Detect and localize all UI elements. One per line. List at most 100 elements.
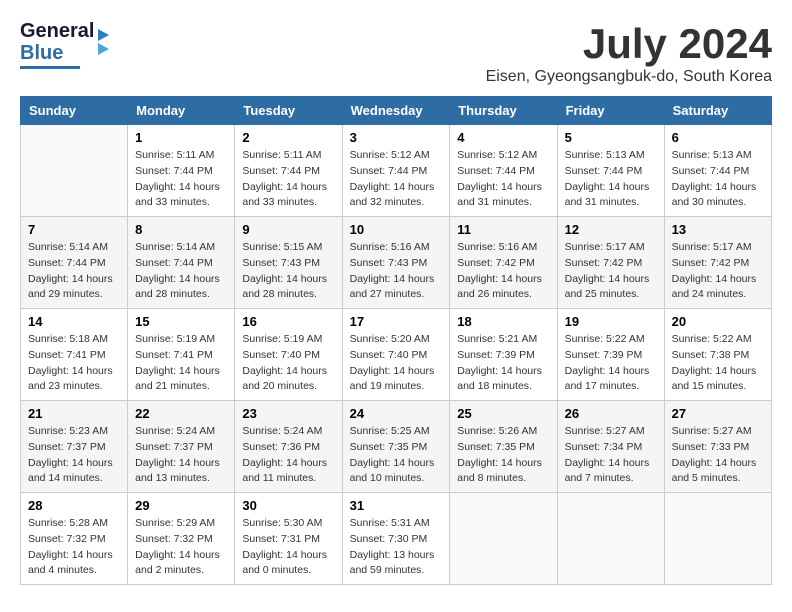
calendar-cell: 17 Sunrise: 5:20 AMSunset: 7:40 PMDayligh… <box>342 309 450 401</box>
calendar-cell: 3 Sunrise: 5:12 AMSunset: 7:44 PMDaylight… <box>342 125 450 217</box>
day-number: 19 <box>565 314 657 329</box>
logo-arrow-bottom <box>98 43 109 55</box>
day-number: 10 <box>350 222 443 237</box>
calendar-cell: 2Sunrise: 5:11 AMSunset: 7:44 PMDaylight… <box>235 125 342 217</box>
col-header-monday: Monday <box>128 97 235 125</box>
logo-blue: Blue <box>20 42 94 64</box>
calendar-table: SundayMondayTuesdayWednesdayThursdayFrid… <box>20 96 772 585</box>
calendar-cell: 27 Sunrise: 5:27 AMSunset: 7:33 PMDayligh… <box>664 401 771 493</box>
calendar-cell: 26 Sunrise: 5:27 AMSunset: 7:34 PMDayligh… <box>557 401 664 493</box>
day-info: Sunrise: 5:24 AMSunset: 7:36 PMDaylight:… <box>242 424 334 487</box>
calendar-cell: 30 Sunrise: 5:30 AMSunset: 7:31 PMDayligh… <box>235 493 342 585</box>
day-number: 17 <box>350 314 443 329</box>
week-row-0: 1 Sunrise: 5:11 AMSunset: 7:44 PMDaylight… <box>21 125 772 217</box>
day-number: 30 <box>242 498 334 513</box>
calendar-cell: 22 Sunrise: 5:24 AMSunset: 7:37 PMDayligh… <box>128 401 235 493</box>
calendar-cell <box>21 125 128 217</box>
calendar-cell: 13 Sunrise: 5:17 AMSunset: 7:42 PMDayligh… <box>664 217 771 309</box>
calendar-cell: 1 Sunrise: 5:11 AMSunset: 7:44 PMDaylight… <box>128 125 235 217</box>
day-number: 31 <box>350 498 443 513</box>
logo-arrow-top <box>98 29 109 41</box>
day-number: 6 <box>672 130 764 145</box>
day-info: Sunrise: 5:21 AMSunset: 7:39 PMDaylight:… <box>457 332 549 395</box>
day-number: 18 <box>457 314 549 329</box>
day-info: Sunrise: 5:22 AMSunset: 7:39 PMDaylight:… <box>565 332 657 395</box>
day-number: 1 <box>135 130 227 145</box>
header-row: SundayMondayTuesdayWednesdayThursdayFrid… <box>21 97 772 125</box>
col-header-saturday: Saturday <box>664 97 771 125</box>
calendar-cell: 11Sunrise: 5:16 AMSunset: 7:42 PMDayligh… <box>450 217 557 309</box>
day-number: 27 <box>672 406 764 421</box>
title-area: July 2024 Eisen, Gyeongsangbuk-do, South… <box>486 20 772 86</box>
day-info: Sunrise: 5:30 AMSunset: 7:31 PMDaylight:… <box>242 516 334 579</box>
day-info: Sunrise: 5:15 AMSunset: 7:43 PMDaylight:… <box>242 240 334 303</box>
day-number: 21 <box>28 406 120 421</box>
day-info: Sunrise: 5:12 AMSunset: 7:44 PMDaylight:… <box>350 148 443 211</box>
day-info: Sunrise: 5:27 AMSunset: 7:33 PMDaylight:… <box>672 424 764 487</box>
day-number: 8 <box>135 222 227 237</box>
day-number: 12 <box>565 222 657 237</box>
day-number: 3 <box>350 130 443 145</box>
header: General Blue July 2024 Eisen, Gyeongsang… <box>20 20 772 86</box>
day-number: 9 <box>242 222 334 237</box>
calendar-cell <box>664 493 771 585</box>
day-info: Sunrise: 5:31 AMSunset: 7:30 PMDaylight:… <box>350 516 443 579</box>
calendar-cell: 29 Sunrise: 5:29 AMSunset: 7:32 PMDayligh… <box>128 493 235 585</box>
week-row-4: 28Sunrise: 5:28 AMSunset: 7:32 PMDayligh… <box>21 493 772 585</box>
calendar-cell: 9 Sunrise: 5:15 AMSunset: 7:43 PMDaylight… <box>235 217 342 309</box>
calendar-body: 1 Sunrise: 5:11 AMSunset: 7:44 PMDaylight… <box>21 125 772 585</box>
day-number: 7 <box>28 222 120 237</box>
day-info: Sunrise: 5:13 AMSunset: 7:44 PMDaylight:… <box>672 148 764 211</box>
day-info: Sunrise: 5:28 AMSunset: 7:32 PMDaylight:… <box>28 516 120 579</box>
day-info: Sunrise: 5:17 AMSunset: 7:42 PMDaylight:… <box>672 240 764 303</box>
week-row-2: 14 Sunrise: 5:18 AMSunset: 7:41 PMDayligh… <box>21 309 772 401</box>
calendar-cell: 16Sunrise: 5:19 AMSunset: 7:40 PMDayligh… <box>235 309 342 401</box>
day-info: Sunrise: 5:29 AMSunset: 7:32 PMDaylight:… <box>135 516 227 579</box>
calendar-cell: 25 Sunrise: 5:26 AMSunset: 7:35 PMDayligh… <box>450 401 557 493</box>
day-info: Sunrise: 5:14 AMSunset: 7:44 PMDaylight:… <box>28 240 120 303</box>
calendar-cell: 10Sunrise: 5:16 AMSunset: 7:43 PMDayligh… <box>342 217 450 309</box>
logo-general: General <box>20 20 94 42</box>
day-info: Sunrise: 5:12 AMSunset: 7:44 PMDaylight:… <box>457 148 549 211</box>
calendar-cell: 7 Sunrise: 5:14 AMSunset: 7:44 PMDaylight… <box>21 217 128 309</box>
day-info: Sunrise: 5:18 AMSunset: 7:41 PMDaylight:… <box>28 332 120 395</box>
day-number: 22 <box>135 406 227 421</box>
day-number: 11 <box>457 222 549 237</box>
day-info: Sunrise: 5:25 AMSunset: 7:35 PMDaylight:… <box>350 424 443 487</box>
day-number: 14 <box>28 314 120 329</box>
day-number: 29 <box>135 498 227 513</box>
day-info: Sunrise: 5:19 AMSunset: 7:40 PMDaylight:… <box>242 332 334 395</box>
logo-underline <box>20 66 80 69</box>
day-info: Sunrise: 5:11 AMSunset: 7:44 PMDaylight:… <box>135 148 227 211</box>
day-info: Sunrise: 5:14 AMSunset: 7:44 PMDaylight:… <box>135 240 227 303</box>
calendar-cell: 23 Sunrise: 5:24 AMSunset: 7:36 PMDayligh… <box>235 401 342 493</box>
calendar-cell: 28Sunrise: 5:28 AMSunset: 7:32 PMDayligh… <box>21 493 128 585</box>
day-number: 2 <box>242 130 334 145</box>
logo: General Blue <box>20 20 109 69</box>
calendar-cell: 19 Sunrise: 5:22 AMSunset: 7:39 PMDayligh… <box>557 309 664 401</box>
calendar-cell: 24 Sunrise: 5:25 AMSunset: 7:35 PMDayligh… <box>342 401 450 493</box>
day-info: Sunrise: 5:26 AMSunset: 7:35 PMDaylight:… <box>457 424 549 487</box>
day-number: 15 <box>135 314 227 329</box>
day-number: 13 <box>672 222 764 237</box>
col-header-friday: Friday <box>557 97 664 125</box>
day-number: 23 <box>242 406 334 421</box>
day-info: Sunrise: 5:22 AMSunset: 7:38 PMDaylight:… <box>672 332 764 395</box>
calendar-cell: 20Sunrise: 5:22 AMSunset: 7:38 PMDayligh… <box>664 309 771 401</box>
day-info: Sunrise: 5:20 AMSunset: 7:40 PMDaylight:… <box>350 332 443 395</box>
calendar-cell: 8 Sunrise: 5:14 AMSunset: 7:44 PMDaylight… <box>128 217 235 309</box>
day-info: Sunrise: 5:17 AMSunset: 7:42 PMDaylight:… <box>565 240 657 303</box>
day-number: 24 <box>350 406 443 421</box>
calendar-header: SundayMondayTuesdayWednesdayThursdayFrid… <box>21 97 772 125</box>
calendar-cell <box>557 493 664 585</box>
week-row-1: 7 Sunrise: 5:14 AMSunset: 7:44 PMDaylight… <box>21 217 772 309</box>
calendar-cell: 14 Sunrise: 5:18 AMSunset: 7:41 PMDayligh… <box>21 309 128 401</box>
day-number: 4 <box>457 130 549 145</box>
day-number: 26 <box>565 406 657 421</box>
day-info: Sunrise: 5:24 AMSunset: 7:37 PMDaylight:… <box>135 424 227 487</box>
day-info: Sunrise: 5:27 AMSunset: 7:34 PMDaylight:… <box>565 424 657 487</box>
day-number: 25 <box>457 406 549 421</box>
col-header-wednesday: Wednesday <box>342 97 450 125</box>
calendar-cell <box>450 493 557 585</box>
calendar-cell: 15Sunrise: 5:19 AMSunset: 7:41 PMDayligh… <box>128 309 235 401</box>
